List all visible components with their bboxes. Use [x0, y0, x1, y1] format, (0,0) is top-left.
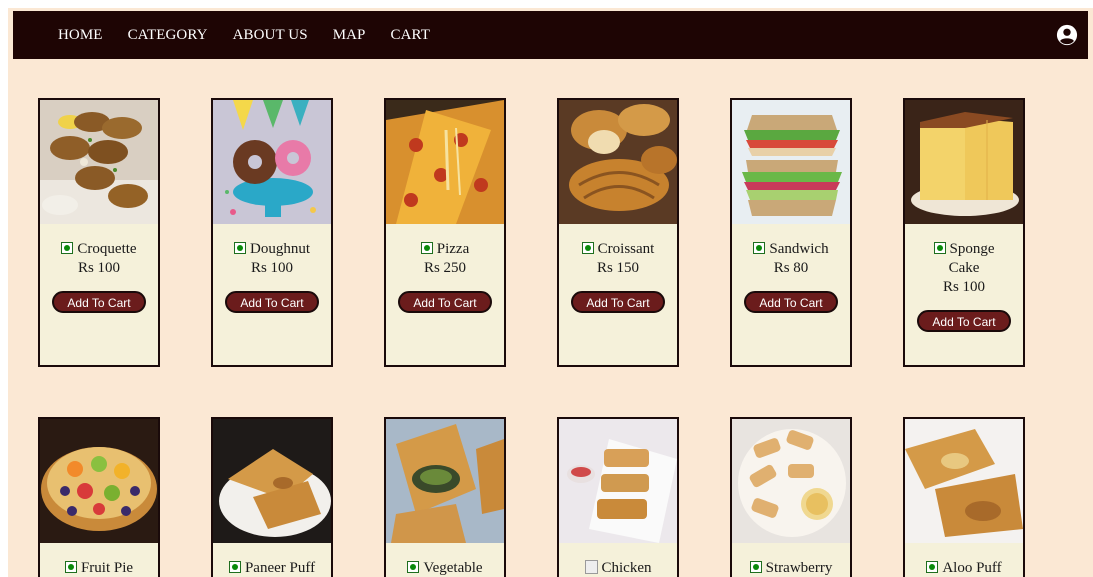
add-to-cart-button[interactable]: Add To Cart: [225, 291, 319, 313]
product-name: Croquette: [77, 241, 137, 257]
product-name-line: Fruit Pie: [40, 559, 158, 577]
product-card-croquette: Croquette Rs 100 Add To Cart: [38, 98, 160, 367]
product-name-line: Pizza: [386, 240, 504, 259]
card-body: Aloo Puff: [905, 543, 1023, 577]
product-name: Sponge Cake: [948, 241, 995, 276]
card-body: Fruit Pie: [40, 543, 158, 577]
card-body: Croquette Rs 100 Add To Cart: [40, 224, 158, 313]
vegetable-puff-image: [386, 419, 504, 543]
nav-about-link[interactable]: ABOUT US: [233, 27, 308, 44]
add-to-cart-button[interactable]: Add To Cart: [52, 291, 146, 313]
fruit-pie-image: [40, 419, 158, 543]
card-body: Chicken: [559, 543, 677, 577]
add-to-cart-button[interactable]: Add To Cart: [917, 310, 1011, 332]
card-body: Doughnut Rs 100 Add To Cart: [213, 224, 331, 313]
product-card-chicken: Chicken: [557, 417, 679, 577]
account-circle-icon[interactable]: [1056, 24, 1078, 46]
product-name: Vegetable: [423, 560, 483, 576]
product-name-line: Strawberry: [732, 559, 850, 577]
product-name-line: Paneer Puff: [213, 559, 331, 577]
veg-mark-icon: [933, 242, 946, 254]
page: HOME CATEGORY ABOUT US MAP CART Croquett…: [8, 8, 1093, 577]
veg-mark-icon: [61, 242, 74, 254]
product-name-line: Aloo Puff: [905, 559, 1023, 577]
card-body: Pizza Rs 250 Add To Cart: [386, 224, 504, 313]
product-card-paneer-puff: Paneer Puff: [211, 417, 333, 577]
product-name-line: Sponge Cake: [905, 240, 1023, 278]
product-card-croissant: Croissant Rs 150 Add To Cart: [557, 98, 679, 367]
card-body: Croissant Rs 150 Add To Cart: [559, 224, 677, 313]
nav-cart-link[interactable]: CART: [391, 27, 431, 44]
product-price: Rs 100: [77, 260, 121, 276]
product-card-sandwich: Sandwich Rs 80 Add To Cart: [730, 98, 852, 367]
veg-mark-icon: [407, 561, 420, 573]
croissant-image: [559, 100, 677, 224]
product-name: Croissant: [597, 241, 655, 257]
pizza-image: [386, 100, 504, 224]
card-body: Paneer Puff: [213, 543, 331, 577]
product-card-strawberry: Strawberry: [730, 417, 852, 577]
navbar: HOME CATEGORY ABOUT US MAP CART: [13, 11, 1088, 59]
veg-mark-icon: [581, 242, 594, 254]
product-name-line: Croissant: [559, 240, 677, 259]
product-name: Strawberry: [765, 560, 833, 576]
add-to-cart-button[interactable]: Add To Cart: [571, 291, 665, 313]
product-card-fruit-pie: Fruit Pie: [38, 417, 160, 577]
veg-mark-icon: [234, 242, 246, 254]
product-name: Chicken: [601, 560, 652, 576]
veg-mark-icon: [749, 561, 762, 573]
veg-mark-icon: [228, 561, 241, 573]
card-body: Sandwich Rs 80 Add To Cart: [732, 224, 850, 313]
product-name-line: Vegetable: [386, 559, 504, 577]
croquette-image: [40, 100, 158, 224]
product-card-aloo-puff: Aloo Puff: [903, 417, 1025, 577]
product-name-line: Croquette: [40, 240, 158, 259]
product-name: Fruit Pie: [80, 560, 134, 576]
broken-image-icon: [584, 560, 598, 574]
product-card-pizza: Pizza Rs 250 Add To Cart: [384, 98, 506, 367]
sandwich-image: [732, 100, 850, 224]
paneer-puff-image: [213, 419, 331, 543]
product-card-sponge-cake: Sponge Cake Rs 100 Add To Cart: [903, 98, 1025, 367]
product-name-line: Sandwich: [732, 240, 850, 259]
product-card-vegetable: Vegetable: [384, 417, 506, 577]
card-body: Sponge Cake Rs 100 Add To Cart: [905, 224, 1023, 332]
doughnut-image: [213, 100, 331, 224]
nav-map-link[interactable]: MAP: [333, 27, 366, 44]
nav-category-link[interactable]: CATEGORY: [128, 27, 208, 44]
sponge-cake-image: [905, 100, 1023, 224]
strawberry-puff-image: [732, 419, 850, 543]
product-name: Pizza: [436, 241, 470, 257]
card-body: Vegetable: [386, 543, 504, 577]
veg-mark-icon: [753, 242, 766, 254]
nav-home-link[interactable]: HOME: [58, 27, 103, 44]
veg-mark-icon: [420, 242, 433, 254]
aloo-puff-image: [905, 419, 1023, 543]
veg-mark-icon: [64, 561, 77, 573]
product-price: Rs 150: [596, 260, 640, 276]
product-name-line: Chicken: [559, 559, 677, 577]
nav-links: HOME CATEGORY ABOUT US MAP CART: [58, 11, 455, 59]
product-name-line: Doughnut: [213, 240, 331, 259]
product-name: Sandwich: [769, 241, 829, 257]
chicken-puff-image: [559, 419, 677, 543]
veg-mark-icon: [926, 561, 939, 573]
product-price: Rs 80: [773, 260, 809, 276]
product-card-doughnut: Doughnut Rs 100 Add To Cart: [211, 98, 333, 367]
product-name: Doughnut: [250, 241, 310, 257]
product-price: Rs 250: [423, 260, 467, 276]
add-to-cart-button[interactable]: Add To Cart: [398, 291, 492, 313]
product-name: Aloo Puff: [942, 560, 1002, 576]
card-body: Strawberry: [732, 543, 850, 577]
product-price: Rs 100: [942, 279, 986, 295]
add-to-cart-button[interactable]: Add To Cart: [744, 291, 838, 313]
product-price: Rs 100: [250, 260, 294, 276]
product-name: Paneer Puff: [244, 560, 316, 576]
